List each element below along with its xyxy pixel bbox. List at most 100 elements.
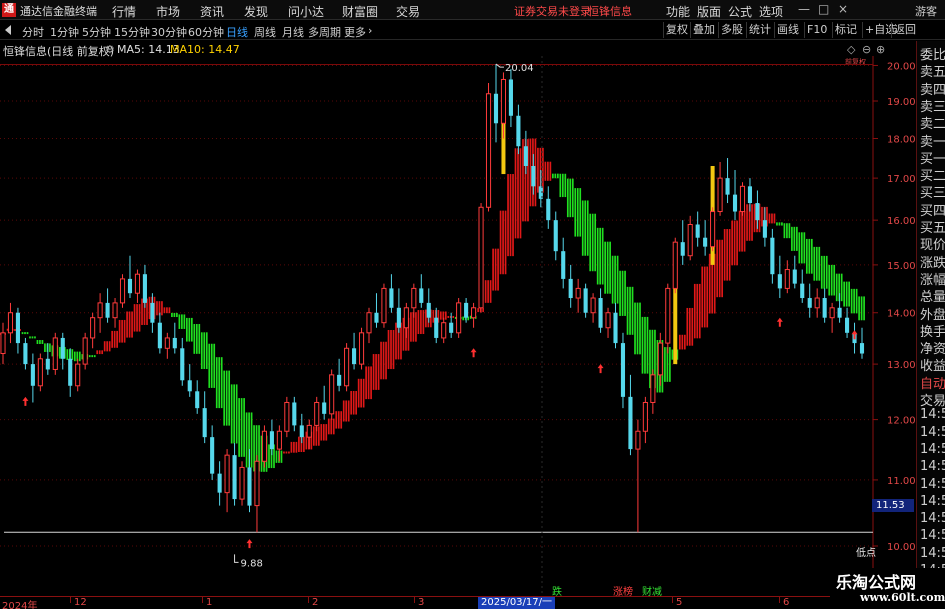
ribbon-segment xyxy=(698,283,701,339)
collapse-arrow-icon[interactable] xyxy=(4,24,12,36)
ribbon-segment xyxy=(810,238,813,274)
ribbon-segment xyxy=(489,280,492,303)
ribbon-segment xyxy=(499,210,502,275)
candle-body xyxy=(30,364,35,386)
menu-item-wealth[interactable]: 财富圈 xyxy=(342,3,378,20)
ribbon-segment xyxy=(556,173,559,179)
side-panel-item: 现价 xyxy=(920,238,945,254)
candle-body xyxy=(172,337,177,349)
back-button[interactable]: 返回 xyxy=(891,22,918,38)
mark-button[interactable]: 标记 xyxy=(832,22,859,38)
ribbon-segment xyxy=(544,161,547,181)
candle-body xyxy=(531,165,536,187)
settings-gear-icon[interactable]: ⚙ xyxy=(105,43,115,56)
guest-user[interactable]: 游客 xyxy=(915,3,937,19)
ribbon-segment xyxy=(512,174,514,257)
ribbon-segment xyxy=(205,332,208,370)
candle-body xyxy=(546,198,551,221)
ribbon-segment xyxy=(703,266,706,328)
zoom-out-icon[interactable]: ⊖ xyxy=(862,43,871,56)
menu-item-quotes[interactable]: 行情 xyxy=(112,3,136,20)
period-intraday[interactable]: 分时 xyxy=(22,24,44,40)
ribbon-segment xyxy=(688,307,691,346)
period-1min[interactable]: 1分钟 xyxy=(50,24,79,40)
close-icon[interactable]: × xyxy=(838,2,848,16)
ribbon-segment xyxy=(581,200,584,256)
candle-body xyxy=(672,241,678,289)
ribbon-segment xyxy=(285,451,288,454)
side-panel-item: 买五 xyxy=(920,221,945,236)
crosshair-date-flag: 2025/03/17/一 xyxy=(478,597,556,609)
adjust-button[interactable]: 复权 xyxy=(663,22,690,38)
f10-button[interactable]: F10 xyxy=(804,22,829,38)
candle-body xyxy=(613,312,618,344)
menu-item-trade[interactable]: 交易 xyxy=(396,3,420,20)
ribbon-segment xyxy=(683,334,686,350)
period-weekly[interactable]: 周线 xyxy=(254,24,276,40)
candle-body xyxy=(37,358,43,387)
ribbon-segment xyxy=(519,148,522,239)
ribbon-segment xyxy=(325,424,328,441)
ribbon-segment xyxy=(181,314,183,329)
low-line-label: 低点 xyxy=(856,548,876,559)
multi-stock-button[interactable]: 多股 xyxy=(718,22,745,38)
period-60min[interactable]: 60分钟 xyxy=(188,24,224,40)
candle-body xyxy=(82,337,88,365)
menu-item-discover[interactable]: 发现 xyxy=(244,3,268,20)
time-label: 5 xyxy=(676,597,683,608)
period-5min[interactable]: 5分钟 xyxy=(82,24,111,40)
period-daily[interactable]: 日线 xyxy=(226,24,248,40)
ribbon-segment xyxy=(644,316,646,374)
side-panel-item: 14:56 xyxy=(920,476,945,492)
ribbon-segment xyxy=(111,330,113,348)
overlay-button[interactable]: 叠加 xyxy=(690,22,717,38)
side-panel-item: 卖一 xyxy=(920,134,945,150)
ribbon-segment xyxy=(566,178,569,218)
candle-body xyxy=(859,343,865,354)
menu-item-formula[interactable]: 公式 xyxy=(728,3,752,20)
low-label: 9.88 xyxy=(241,558,263,569)
stock-name-link[interactable]: 恒锋信息 xyxy=(588,3,632,19)
minimize-icon[interactable]: — xyxy=(798,2,810,16)
ribbon-segment xyxy=(529,138,532,207)
zoom-in-icon[interactable]: ⊕ xyxy=(876,43,885,56)
draw-line-button[interactable]: 画线 xyxy=(774,22,801,38)
ribbon-segment xyxy=(116,330,118,348)
more-chevron-icon[interactable]: › xyxy=(368,24,372,37)
menu-item-market[interactable]: 市场 xyxy=(156,3,180,20)
ribbon-segment xyxy=(133,304,136,332)
menu-item-ask[interactable]: 问小达 xyxy=(288,3,324,20)
candle-body xyxy=(284,401,290,432)
period-15min[interactable]: 15分钟 xyxy=(114,24,150,40)
candle-body xyxy=(456,302,462,334)
menu-item-layout[interactable]: 版面 xyxy=(697,3,721,20)
maximize-icon[interactable]: □ xyxy=(818,2,829,16)
ribbon-segment xyxy=(487,280,489,303)
candlestick-chart[interactable]: 20.00 19.00 18.00 17.00 16.00 15.00 14.00 13.00… xyxy=(0,56,916,596)
ribbon-segment xyxy=(741,210,743,252)
side-panel-item: 交易 xyxy=(920,394,945,409)
ribbon-segment xyxy=(44,343,46,352)
ribbon-segment xyxy=(561,173,564,198)
side-panel-item: 买四 xyxy=(920,203,945,219)
diamond-icon[interactable]: ◇ xyxy=(847,43,855,56)
trade-login-warning[interactable]: 证券交易未登录 xyxy=(514,3,591,19)
ribbon-segment xyxy=(385,341,387,380)
period-more[interactable]: 更多 xyxy=(344,24,366,40)
menu-item-options[interactable]: 选项 xyxy=(759,3,783,20)
ribbon-segment xyxy=(101,350,104,355)
ribbon-segment xyxy=(98,350,101,355)
menu-item-functions[interactable]: 功能 xyxy=(666,3,690,20)
ribbon-segment xyxy=(34,336,36,339)
ribbon-segment xyxy=(723,229,726,281)
menu-item-news[interactable]: 资讯 xyxy=(200,3,224,20)
period-multi[interactable]: 多周期 xyxy=(308,24,341,40)
period-monthly[interactable]: 月线 xyxy=(282,24,304,40)
ribbon-segment xyxy=(113,330,116,348)
ribbon-segment xyxy=(808,238,811,274)
ribbon-segment xyxy=(706,266,709,328)
price-tick-label: 15.00 xyxy=(887,261,916,272)
period-30min[interactable]: 30分钟 xyxy=(151,24,187,40)
candle-body xyxy=(276,430,282,450)
statistics-button[interactable]: 统计 xyxy=(746,22,773,38)
